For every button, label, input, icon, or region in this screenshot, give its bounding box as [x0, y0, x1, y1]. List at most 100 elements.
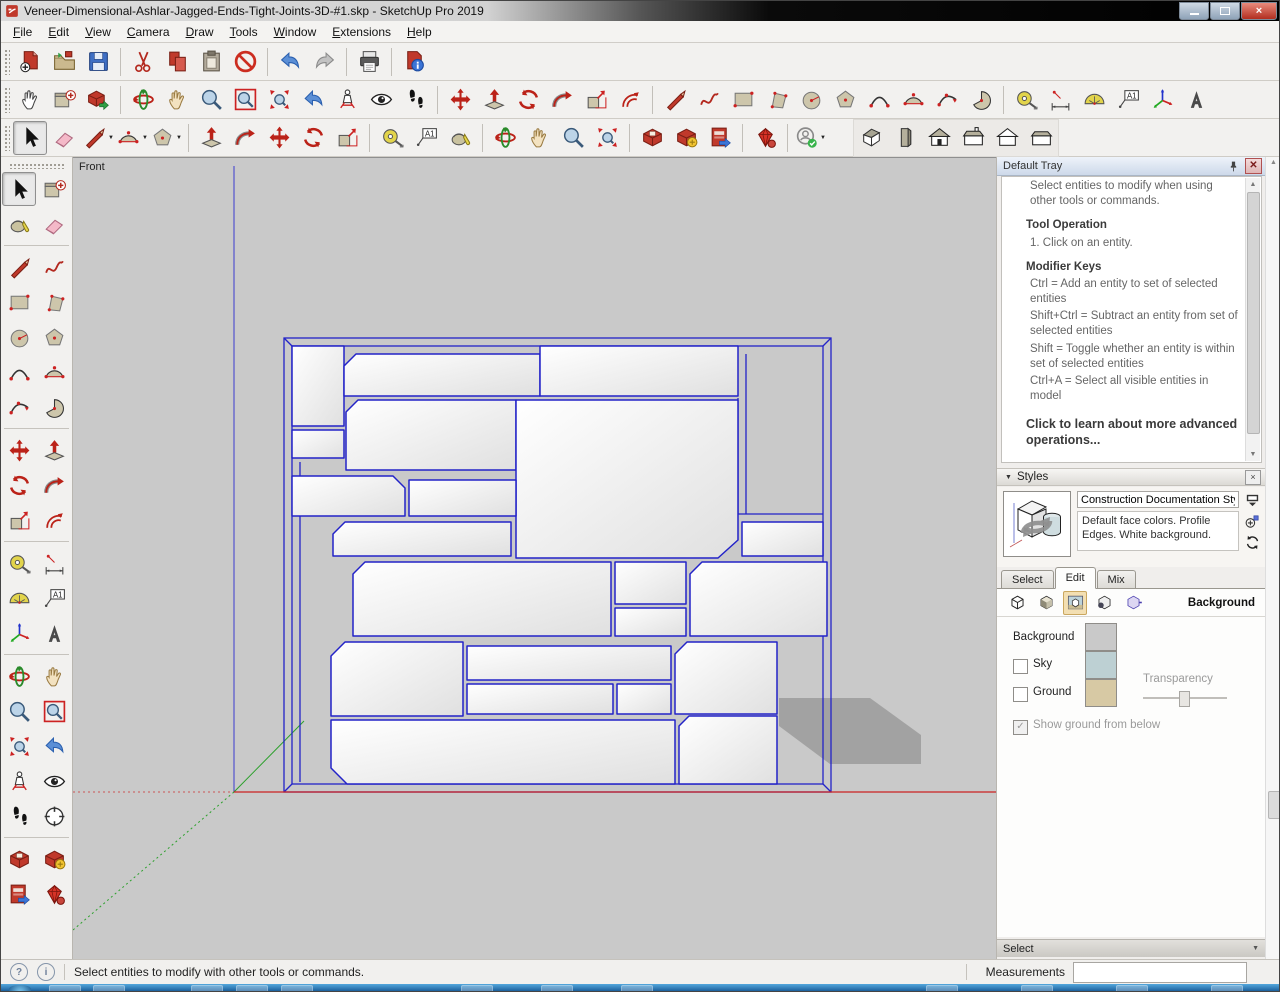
taskbar-item[interactable]: [236, 985, 268, 991]
dropdown-caret-icon[interactable]: ▼: [142, 135, 148, 141]
stone-block[interactable]: [466, 645, 672, 681]
modeling-settings-button[interactable]: [1121, 591, 1145, 615]
scale-button[interactable]: [2, 503, 36, 537]
follow-me-button[interactable]: [545, 83, 579, 117]
protractor-button[interactable]: [1077, 83, 1111, 117]
stone-block[interactable]: [515, 399, 739, 559]
line-button[interactable]: [2, 250, 36, 284]
menu-tools[interactable]: Tools: [222, 23, 266, 41]
circle-button[interactable]: [794, 83, 828, 117]
walk-button[interactable]: [2, 799, 36, 833]
dimension-button[interactable]: [37, 546, 71, 580]
orbit-button[interactable]: [488, 121, 522, 155]
rotated-rectangle-button[interactable]: [37, 285, 71, 319]
taskbar-item[interactable]: [541, 985, 573, 991]
two-point-arc-button[interactable]: ▼: [115, 121, 149, 155]
redo-button[interactable]: [307, 45, 341, 79]
paint-bucket-button[interactable]: [443, 121, 477, 155]
scroll-up-icon[interactable]: ▲: [1246, 178, 1260, 191]
menu-extensions[interactable]: Extensions: [324, 23, 399, 41]
windows-taskbar[interactable]: [1, 984, 1279, 991]
tab-mix[interactable]: Mix: [1096, 570, 1136, 588]
paste-button[interactable]: [194, 45, 228, 79]
geolocation-icon[interactable]: ?: [10, 963, 28, 981]
stone-block[interactable]: [291, 429, 345, 459]
styles-close-button[interactable]: ×: [1245, 469, 1261, 485]
freehand-button[interactable]: [37, 250, 71, 284]
3d-text-button[interactable]: [37, 616, 71, 650]
left-view-button[interactable]: [1024, 121, 1058, 155]
rotate-button[interactable]: [511, 83, 545, 117]
three-point-arc-button[interactable]: [2, 390, 36, 424]
follow-me-button[interactable]: [228, 121, 262, 155]
stone-block[interactable]: [332, 521, 512, 557]
top-view-button[interactable]: [888, 121, 922, 155]
ruby-console-button[interactable]: [37, 877, 71, 911]
move-button[interactable]: [443, 83, 477, 117]
iso-view-button[interactable]: [854, 121, 888, 155]
slider-thumb[interactable]: [1179, 691, 1190, 707]
taskbar-item[interactable]: [1021, 985, 1053, 991]
section-plane-button[interactable]: [37, 799, 71, 833]
rectangle-button[interactable]: [726, 83, 760, 117]
stone-block[interactable]: [466, 683, 614, 715]
cut-button[interactable]: [126, 45, 160, 79]
scrollbar-thumb[interactable]: [1268, 791, 1279, 819]
select-button[interactable]: [13, 120, 47, 155]
scale-button[interactable]: [330, 121, 364, 155]
update-style-button[interactable]: [1244, 534, 1261, 551]
zoom-extents-button[interactable]: [2, 729, 36, 763]
collapse-icon[interactable]: ▼: [1005, 474, 1012, 481]
stone-block[interactable]: [741, 521, 824, 557]
right-view-button[interactable]: [956, 121, 990, 155]
zoom-button[interactable]: [194, 83, 228, 117]
text-button[interactable]: [37, 581, 71, 615]
make-component-button[interactable]: [47, 83, 81, 117]
pan-button[interactable]: [522, 121, 556, 155]
menu-draw[interactable]: Draw: [178, 23, 222, 41]
dropdown-caret-icon[interactable]: ▼: [176, 135, 182, 141]
ruby-console-button[interactable]: [748, 121, 782, 155]
stone-block[interactable]: [345, 399, 517, 471]
stone-block[interactable]: [330, 719, 676, 785]
instructor-scrollbar[interactable]: ▲ ▼: [1245, 178, 1260, 461]
transparency-slider[interactable]: [1143, 691, 1227, 707]
stone-block[interactable]: [678, 715, 778, 785]
orbit-button[interactable]: [126, 83, 160, 117]
styles-section-header[interactable]: ▼ Styles ×: [997, 468, 1265, 486]
three-point-arc-button[interactable]: [930, 83, 964, 117]
menu-camera[interactable]: Camera: [119, 23, 178, 41]
taskbar-item[interactable]: [49, 985, 81, 991]
zoom-extents-button[interactable]: [590, 121, 624, 155]
taskbar-item[interactable]: [621, 985, 653, 991]
stone-block[interactable]: [614, 561, 687, 605]
two-point-arc-button[interactable]: [896, 83, 930, 117]
rectangle-button[interactable]: [2, 285, 36, 319]
get-models-button[interactable]: [2, 842, 36, 876]
push-pull-button[interactable]: [194, 121, 228, 155]
share-model-button[interactable]: [669, 121, 703, 155]
arc-button[interactable]: [2, 355, 36, 389]
chevron-down-icon[interactable]: ▼: [1252, 945, 1259, 952]
toolbar-grip[interactable]: [4, 86, 10, 113]
pie-button[interactable]: [964, 83, 998, 117]
tab-select[interactable]: Select: [1001, 570, 1054, 588]
hand-tool-button[interactable]: [13, 83, 47, 117]
axes-button[interactable]: [1145, 83, 1179, 117]
account-button[interactable]: ▼: [793, 121, 827, 155]
toolbar-grip[interactable]: [4, 48, 10, 75]
scroll-down-icon[interactable]: ▼: [1246, 448, 1260, 461]
dimension-button[interactable]: [1043, 83, 1077, 117]
background-settings-button[interactable]: [1063, 590, 1087, 615]
zoom-button[interactable]: [556, 121, 590, 155]
style-name-input[interactable]: [1077, 491, 1239, 508]
taskbar-item[interactable]: [281, 985, 313, 991]
text-button[interactable]: [409, 121, 443, 155]
get-models-button[interactable]: [635, 121, 669, 155]
axes-button[interactable]: [2, 616, 36, 650]
eraser-button[interactable]: [47, 121, 81, 155]
rotated-rectangle-button[interactable]: [760, 83, 794, 117]
zoom-extents-button[interactable]: [262, 83, 296, 117]
extension-warehouse-button[interactable]: [703, 121, 737, 155]
toolbar-grip[interactable]: [9, 163, 64, 169]
